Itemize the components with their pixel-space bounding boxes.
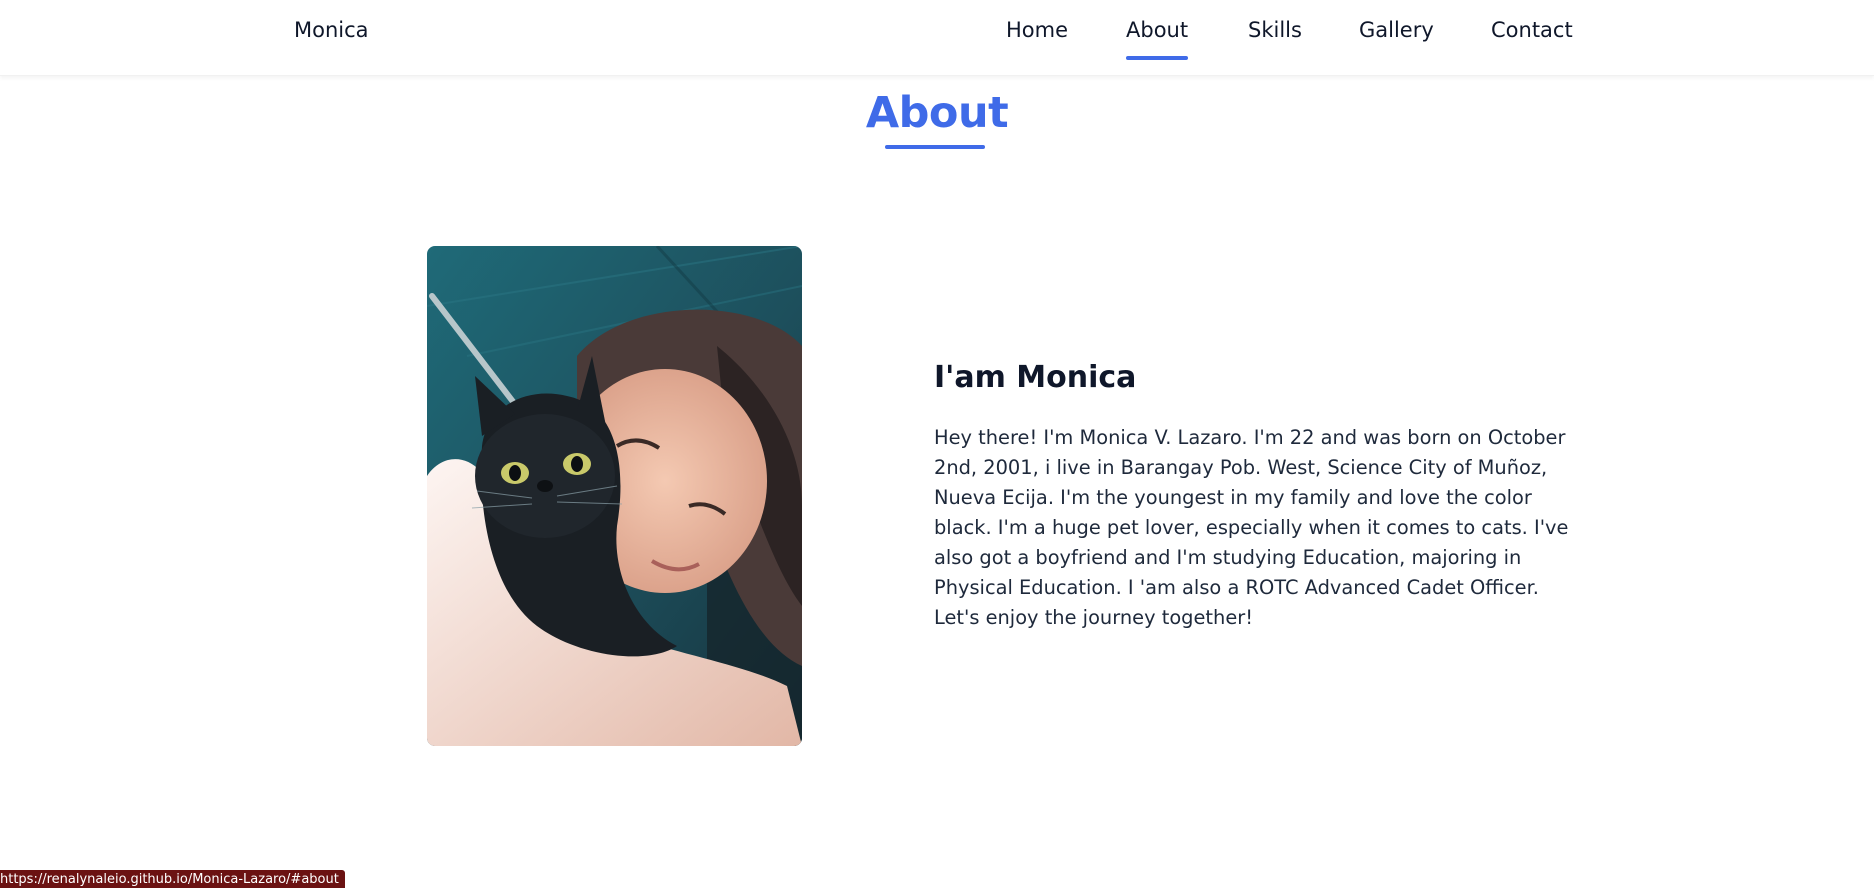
nav-link-skills[interactable]: Skills: [1248, 18, 1302, 42]
nav-link-about[interactable]: About: [1126, 18, 1189, 60]
nav-link-about-label: About: [1126, 18, 1189, 42]
section-title-underline: [885, 145, 985, 149]
nav-link-contact[interactable]: Contact: [1491, 18, 1573, 42]
nav-active-indicator: [1126, 56, 1189, 60]
about-bio: Hey there! I'm Monica V. Lazaro. I'm 22 …: [934, 426, 1569, 629]
about-photo: [427, 246, 802, 746]
about-heading: I'am Monica: [934, 360, 1137, 395]
status-bar-url: https://renalynaleio.github.io/Monica-La…: [0, 870, 345, 888]
site-header: Monica Home About Skills Gallery Contact: [0, 0, 1874, 76]
nav-link-gallery[interactable]: Gallery: [1359, 18, 1434, 42]
nav-link-home[interactable]: Home: [1006, 18, 1068, 42]
section-title: About: [865, 88, 1009, 138]
site-logo[interactable]: Monica: [294, 18, 369, 42]
